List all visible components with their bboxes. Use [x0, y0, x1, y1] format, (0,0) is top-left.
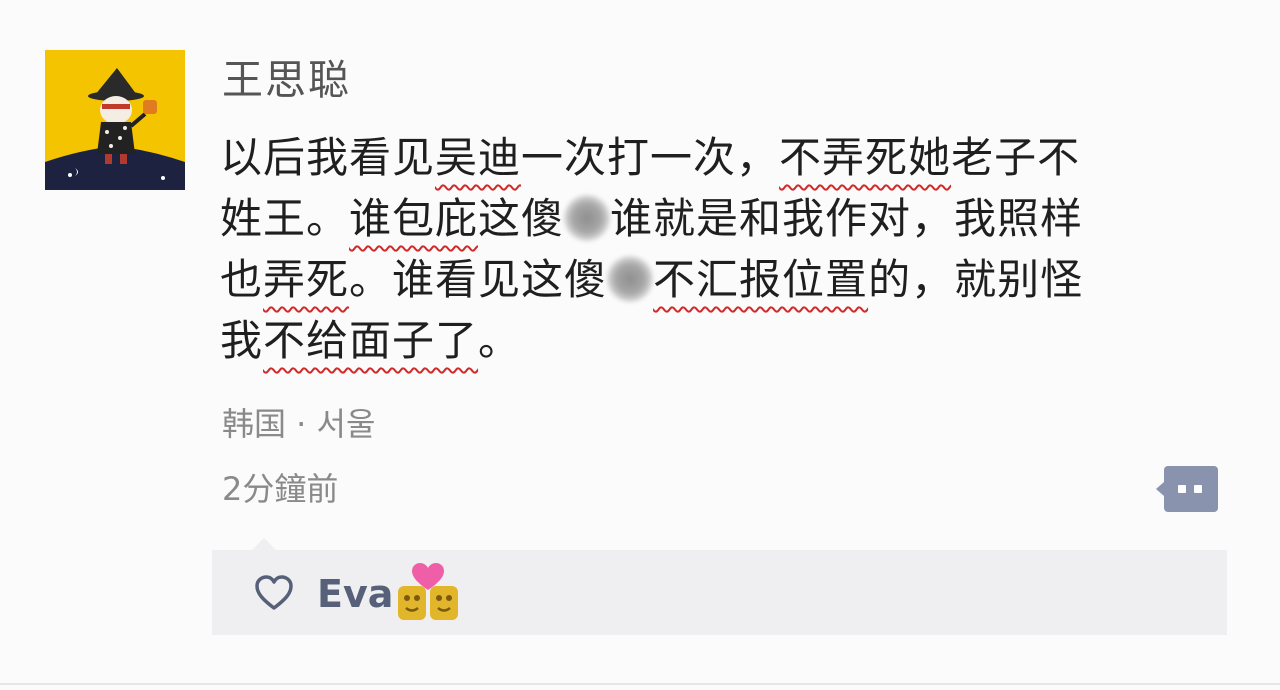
content-text: 我: [220, 316, 264, 365]
content-text: 。: [478, 316, 522, 365]
location-label[interactable]: 韩国 · 서울: [222, 402, 375, 446]
redacted-blur: [607, 256, 654, 302]
underlined-text: 不汇报位置: [653, 255, 869, 304]
content-text: 姓王。: [220, 194, 350, 243]
likes-bar: Eva: [212, 538, 1227, 635]
heart-emoji-icon: [398, 563, 458, 620]
post-timestamp: 2分鐘前: [222, 470, 339, 508]
heart-outline-icon: [255, 575, 293, 610]
comment-button[interactable]: [1156, 466, 1218, 512]
content-line: 姓王。谁包庇这傻 谁就是和我作对，我照样: [220, 188, 1230, 249]
content-text: 的，就别怪: [868, 255, 1084, 304]
post-content: 以后我看见吴迪一次打一次，不弄死她老子不 姓王。谁包庇这傻 谁就是和我作对，我照样也…: [220, 127, 1230, 371]
content-text: 一次打一次，: [521, 133, 780, 182]
content-text: 以后我看见: [220, 133, 436, 182]
content-text: 谁就是和我作对，我照样: [610, 194, 1084, 243]
liker-name[interactable]: Eva: [317, 570, 393, 618]
content-line: 也弄死。谁看见这傻 不汇报位置的，就别怪: [220, 249, 1230, 310]
underlined-text: 吴迪: [435, 133, 522, 182]
comment-bubble-icon: [1156, 466, 1218, 512]
underlined-text: 不给面子了: [263, 316, 479, 365]
underlined-text: 不弄死她: [779, 133, 952, 182]
content-text: 也: [220, 255, 264, 304]
content-text: 。谁看见这傻: [349, 255, 608, 304]
content-line: 我不给面子了。: [220, 310, 1230, 371]
divider: [0, 683, 1280, 685]
moments-post: 王思聪 以后我看见吴迪一次打一次，不弄死她老子不 姓王。谁包庇这傻 谁就是和我作对，…: [0, 0, 1280, 690]
avatar[interactable]: [45, 50, 185, 190]
content-text: 这傻: [478, 194, 565, 243]
content-line: 以后我看见吴迪一次打一次，不弄死她老子不: [220, 127, 1230, 188]
underlined-text: 弄死: [263, 255, 350, 304]
content-text: 老子不: [951, 133, 1081, 182]
redacted-blur: [564, 195, 611, 241]
underlined-text: 谁包庇: [349, 194, 479, 243]
author-name[interactable]: 王思聪: [222, 52, 351, 108]
avatar-cartoon-image: [45, 50, 185, 190]
